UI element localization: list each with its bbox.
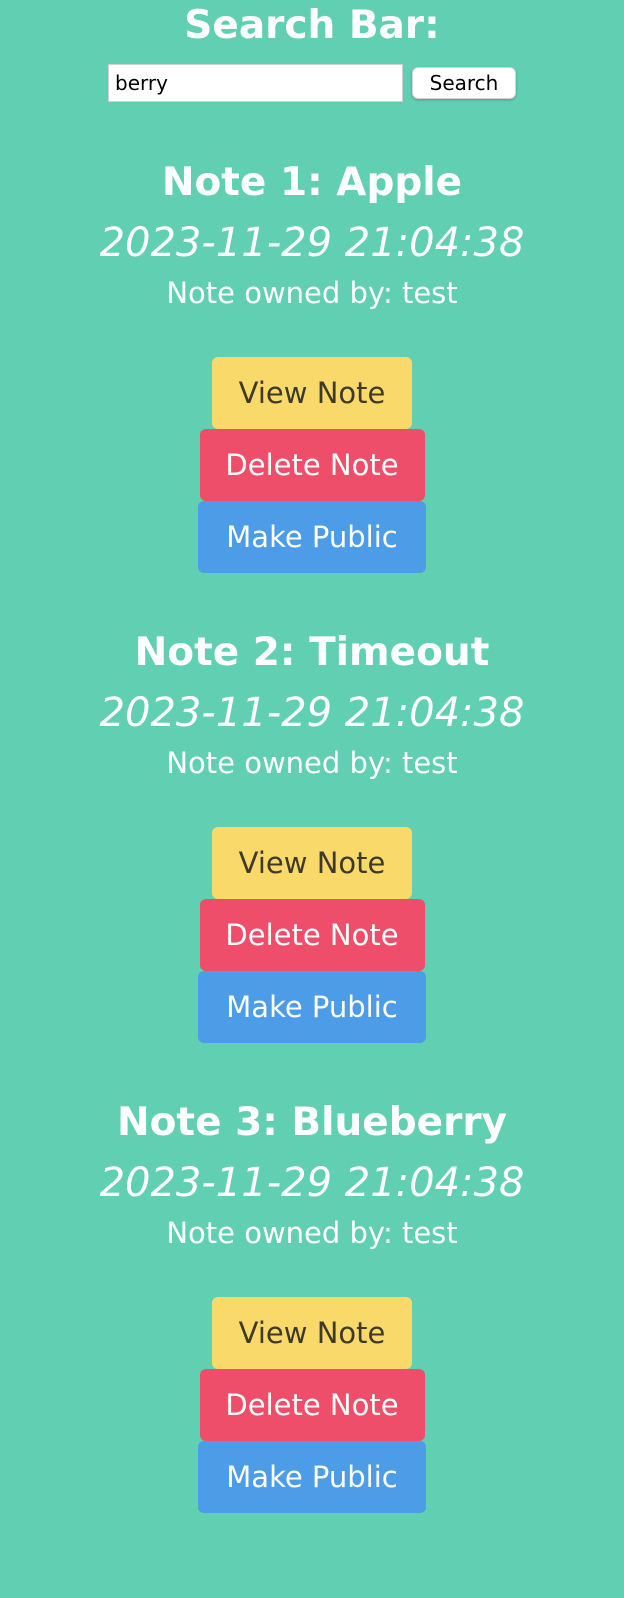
- note-owner: Note owned by: test: [166, 746, 458, 780]
- make-public-button[interactable]: Make Public: [198, 971, 426, 1043]
- note-actions: View Note Delete Note Make Public: [0, 357, 624, 573]
- note-card: Note 2: Timeout 2023-11-29 21:04:38 Note…: [0, 629, 624, 1043]
- note-owner: Note owned by: test: [166, 1216, 458, 1250]
- view-note-button[interactable]: View Note: [212, 357, 412, 429]
- search-input[interactable]: [108, 64, 403, 102]
- note-date: 2023-11-29 21:04:38: [99, 220, 525, 266]
- note-title: Note 1: Apple: [161, 160, 463, 205]
- note-card: Note 3: Blueberry 2023-11-29 21:04:38 No…: [0, 1099, 624, 1513]
- view-note-button[interactable]: View Note: [212, 827, 412, 899]
- search-bar: Search: [0, 63, 624, 103]
- note-title: Note 3: Blueberry: [117, 1100, 507, 1145]
- search-button[interactable]: Search: [412, 67, 516, 99]
- note-date: 2023-11-29 21:04:38: [99, 1160, 525, 1206]
- note-card: Note 1: Apple 2023-11-29 21:04:38 Note o…: [0, 159, 624, 573]
- note-owner: Note owned by: test: [166, 276, 458, 310]
- delete-note-button[interactable]: Delete Note: [199, 1369, 425, 1441]
- note-date: 2023-11-29 21:04:38: [99, 690, 525, 736]
- view-note-button[interactable]: View Note: [212, 1297, 412, 1369]
- note-title: Note 2: Timeout: [134, 630, 490, 675]
- note-actions: View Note Delete Note Make Public: [0, 827, 624, 1043]
- make-public-button[interactable]: Make Public: [198, 1441, 426, 1513]
- delete-note-button[interactable]: Delete Note: [199, 899, 425, 971]
- page: Search Bar: Search Note 1: Apple 2023-11…: [0, 0, 624, 1513]
- note-actions: View Note Delete Note Make Public: [0, 1297, 624, 1513]
- delete-note-button[interactable]: Delete Note: [199, 429, 425, 501]
- make-public-button[interactable]: Make Public: [198, 501, 426, 573]
- search-title: Search Bar:: [184, 3, 440, 48]
